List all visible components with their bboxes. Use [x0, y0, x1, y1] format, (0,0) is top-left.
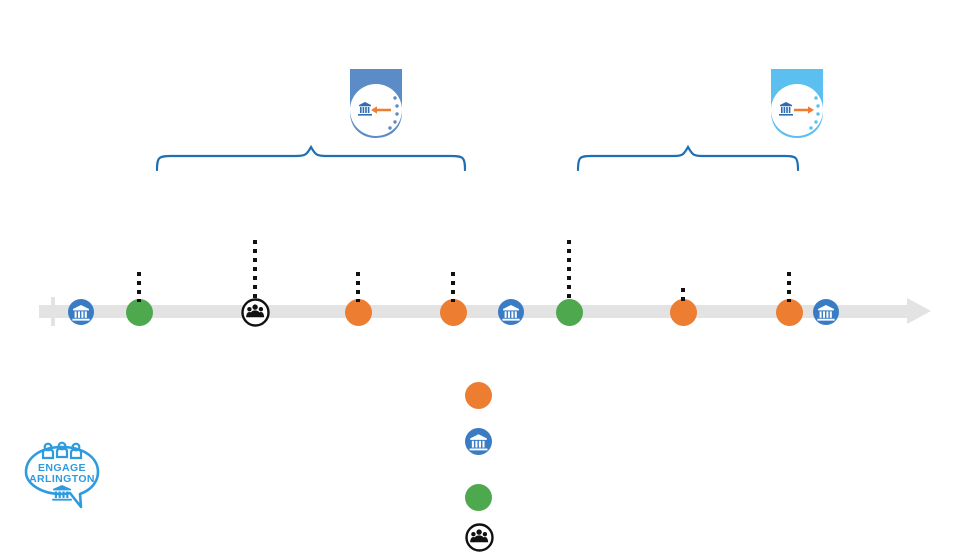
engage-arlington-logo: ENGAGE ARLINGTON: [24, 441, 100, 509]
timeline-marker-orange[interactable]: [345, 299, 372, 326]
engage-arlington-circle-icon: [813, 299, 839, 325]
engage-arlington-circle-icon: [465, 428, 492, 455]
legend-item-in-person-meetings: [465, 523, 945, 560]
in-person-meeting-icon[interactable]: [241, 298, 270, 327]
timeline-marker-orange[interactable]: [776, 299, 803, 326]
timeline-marker-green[interactable]: [556, 299, 583, 326]
connector-line: [137, 272, 141, 302]
legend-item-commissions: [465, 382, 945, 428]
engage-arlington-circle-icon: [68, 299, 94, 325]
connector-line: [787, 272, 791, 302]
communicate-badge-shape: [771, 69, 823, 138]
in-person-meeting-icon: [465, 523, 494, 552]
axis-arrow-head: [907, 298, 931, 324]
legend-item-online-engagement: [465, 484, 945, 524]
badge-consult: [347, 68, 405, 140]
consult-badge-shape: [350, 69, 402, 138]
green-circle-icon: [465, 484, 492, 511]
badge-communicate: [768, 68, 826, 140]
legend-item-project-updates: [465, 428, 945, 484]
engage-arlington-circle-icon: [498, 299, 524, 325]
timeline-infographic: ENGAGE ARLINGTON: [0, 0, 960, 552]
brace-information-sharing: [576, 145, 800, 171]
logo-line-2: ARLINGTON: [29, 473, 95, 485]
timeline-marker-green[interactable]: [126, 299, 153, 326]
timeline-marker-orange[interactable]: [440, 299, 467, 326]
brace-information-gathering: [155, 145, 467, 171]
connector-line: [356, 272, 360, 302]
orange-circle-icon: [465, 382, 492, 409]
connector-line: [681, 288, 685, 302]
timeline-marker-orange[interactable]: [670, 299, 697, 326]
connector-line: [253, 240, 257, 302]
legend: [465, 382, 945, 560]
connector-line: [451, 272, 455, 302]
connector-line: [567, 240, 571, 302]
